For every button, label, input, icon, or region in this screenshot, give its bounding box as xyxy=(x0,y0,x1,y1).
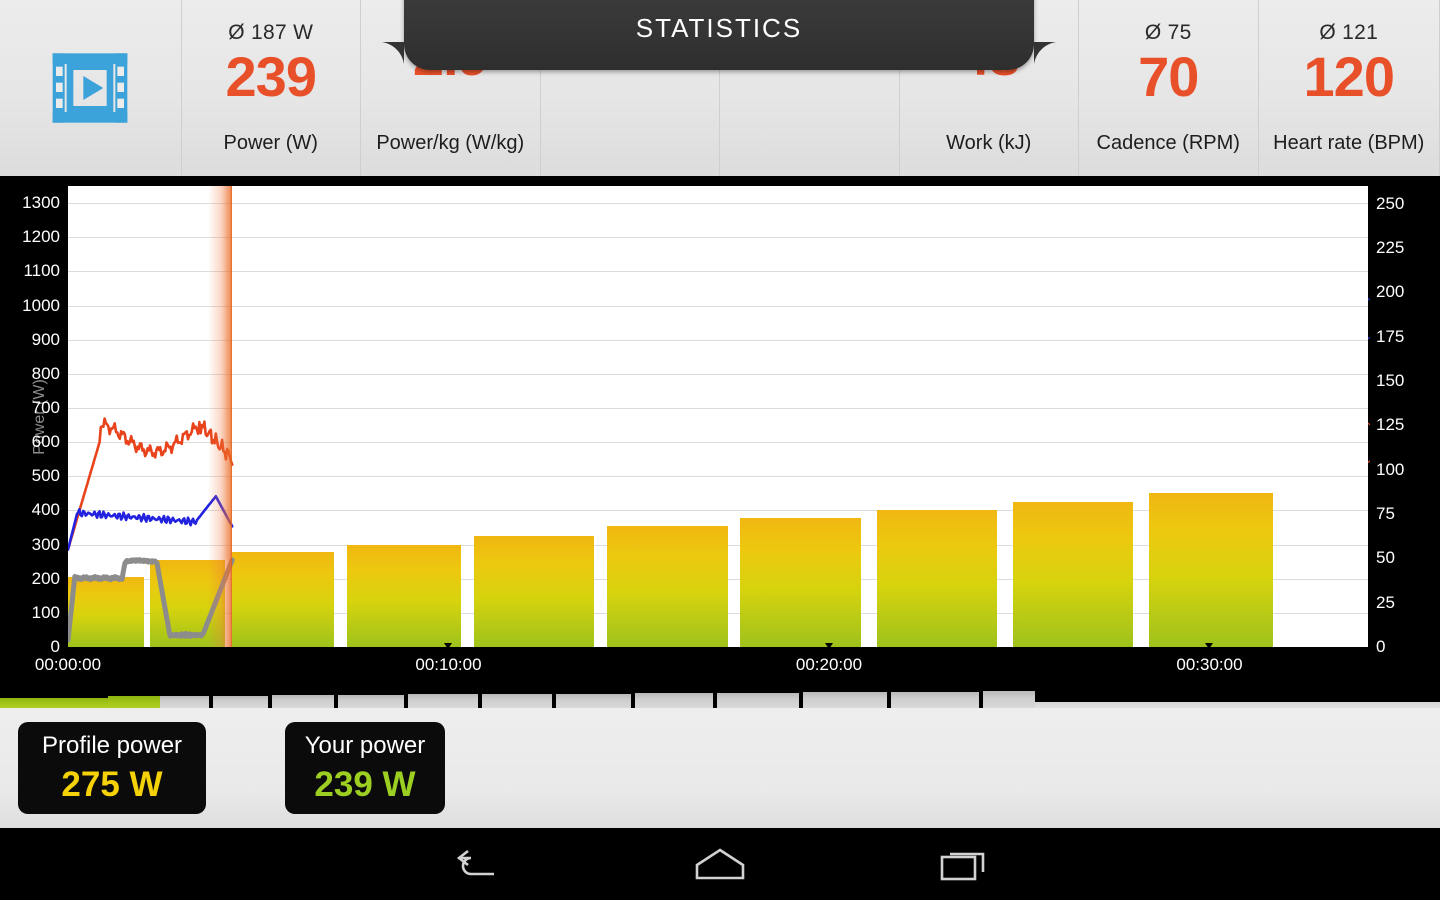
y2-axis-tick: 175 xyxy=(1376,326,1405,346)
profile-power-label: Profile power xyxy=(41,732,183,759)
android-nav-bar xyxy=(0,828,1440,900)
y-axis-tick: 800 xyxy=(31,363,60,383)
recents-icon xyxy=(940,852,985,881)
y-axis-tick: 1100 xyxy=(23,261,60,281)
metric-heart-rate-value: 120 xyxy=(1303,45,1395,108)
interval-segment[interactable] xyxy=(108,696,160,708)
back-icon xyxy=(456,849,494,876)
y2-axis-tick: 225 xyxy=(1376,238,1405,258)
metric-work-unit: Work (kJ) xyxy=(946,132,1032,154)
y-axis-tick: 400 xyxy=(31,500,60,520)
x-axis-tick-mark xyxy=(444,643,453,649)
statistics-tab[interactable]: STATISTICS xyxy=(378,0,1060,70)
metric-heart-rate-avg: Ø 121 xyxy=(1319,21,1379,44)
interval-segment[interactable] xyxy=(482,694,552,708)
metric-cadence-value: 70 xyxy=(1138,45,1199,108)
interval-segment[interactable] xyxy=(717,693,799,708)
control-panel: Profile power 275 W Your power 239 W INT… xyxy=(0,708,1440,828)
metric-power-per-kg-unit: Power/kg (W/kg) xyxy=(376,132,525,154)
interval-segment[interactable] xyxy=(408,694,478,708)
y-axis-tick: 700 xyxy=(31,397,60,417)
y-axis-tick: 100 xyxy=(31,602,60,622)
x-axis-tick: 00:00:00 xyxy=(34,655,102,674)
metric-heart-rate-unit: Heart rate (BPM) xyxy=(1273,132,1425,154)
y-axis-tick: 200 xyxy=(31,568,60,588)
nav-home-button[interactable] xyxy=(660,828,780,900)
app-root: Ø 187 W 239 Power (W) 2.9 Power/kg (W/kg… xyxy=(0,0,1440,900)
y-axis-tick: 600 xyxy=(31,432,60,452)
y-axis-hr-cadence: heart rate (BPM) / cadence (RPM) 0255075… xyxy=(1354,176,1440,657)
x-axis-tick-mark xyxy=(824,643,833,649)
profile-power-value: 275 W xyxy=(61,765,163,804)
training-chart[interactable]: Power (W) 0 100 200 300 400 500 600 700 800 900 10… xyxy=(0,176,1440,674)
y2-axis-tick: 100 xyxy=(1376,459,1405,479)
y-axis-tick: 500 xyxy=(31,466,60,486)
chart-traces xyxy=(68,417,235,643)
x-axis-tick: 00:30:00 xyxy=(1176,655,1243,674)
x-axis-tick-mark xyxy=(1205,643,1214,649)
nav-recents-button[interactable] xyxy=(904,828,1024,900)
profile-power-box: Profile power 275 W xyxy=(18,722,206,814)
metric-power-avg: Ø 187 W xyxy=(228,21,314,44)
interval-segment[interactable] xyxy=(891,692,979,708)
interval-segment[interactable] xyxy=(213,696,268,708)
y2-axis-tick: 250 xyxy=(1376,193,1405,213)
your-power-box: Your power 239 W xyxy=(285,722,445,814)
home-icon xyxy=(695,848,745,880)
interval-segment[interactable] xyxy=(635,693,713,708)
y2-axis-tick: 150 xyxy=(1376,371,1405,391)
metric-cadence-avg: Ø 75 xyxy=(1144,21,1192,44)
current-position-marker xyxy=(208,186,233,647)
x-axis-tick: 00:20:00 xyxy=(795,655,863,674)
interval-segment[interactable] xyxy=(160,696,209,708)
your-power-label: Your power xyxy=(304,732,426,759)
interval-segment[interactable] xyxy=(0,698,108,708)
interval-segment[interactable] xyxy=(803,692,887,708)
y2-axis-tick: 125 xyxy=(1376,415,1405,435)
nav-back-button[interactable] xyxy=(416,828,536,900)
metric-power-unit: Power (W) xyxy=(223,132,318,154)
x-axis-time: 00:00:00 00:10:00 00:20:00 00:30:00 xyxy=(0,643,1440,683)
y-axis-tick: 1000 xyxy=(22,295,60,315)
y-axis-tick: 1300 xyxy=(22,193,60,213)
y2-axis-tick: 200 xyxy=(1376,282,1405,302)
y-axis-tick: 300 xyxy=(31,534,60,554)
interval-segment[interactable] xyxy=(983,691,1035,708)
metric-cadence-unit: Cadence (RPM) xyxy=(1096,132,1240,154)
x-axis-tick: 00:10:00 xyxy=(415,655,482,674)
metric-power[interactable]: Ø 187 W 239 Power (W) xyxy=(182,0,361,176)
chart-plot-area[interactable] xyxy=(68,186,1368,647)
statistics-tab-label: STATISTICS xyxy=(635,12,803,43)
y2-axis-tick: 25 xyxy=(1376,592,1395,612)
y2-axis-tick: 75 xyxy=(1376,504,1395,524)
y-axis-power: Power (W) 0 100 200 300 400 500 600 700 800 900 10… xyxy=(0,176,68,657)
app-icon-cell[interactable] xyxy=(0,0,182,176)
interval-segment[interactable] xyxy=(272,695,334,708)
y-axis-tick: 1200 xyxy=(22,227,60,247)
y-axis-tick: 900 xyxy=(31,329,60,349)
metric-cadence[interactable]: Ø 75 70 Cadence (RPM) xyxy=(1079,0,1259,176)
video-film-icon xyxy=(52,53,128,123)
y2-axis-tick: 50 xyxy=(1376,548,1395,568)
interval-segment[interactable] xyxy=(338,695,404,708)
metric-power-value: 239 xyxy=(225,45,317,108)
interval-segment[interactable] xyxy=(556,694,631,708)
stats-header: Ø 187 W 239 Power (W) 2.9 Power/kg (W/kg… xyxy=(0,0,1440,176)
metric-heart-rate[interactable]: Ø 121 120 Heart rate (BPM) xyxy=(1259,0,1440,176)
your-power-value: 239 W xyxy=(314,765,416,804)
interval-progress-bar[interactable] xyxy=(0,686,1440,708)
